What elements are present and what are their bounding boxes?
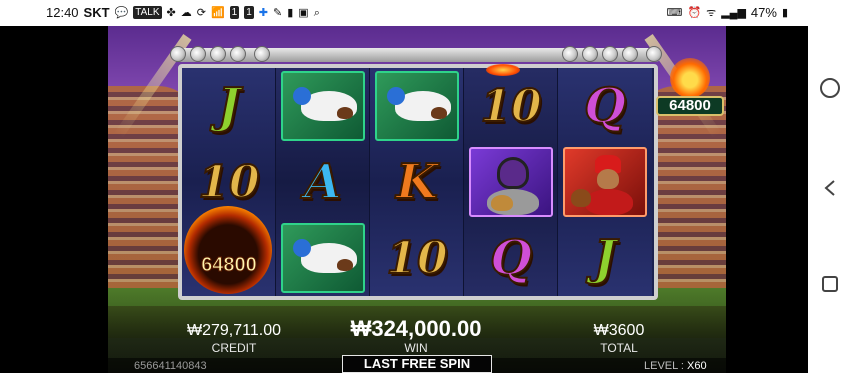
fireball-icon xyxy=(184,206,272,294)
symbol-cell: J xyxy=(182,68,276,144)
keyboard-icon: ⌨ xyxy=(666,6,683,19)
slot-game[interactable]: J 10 A K 10 10 Q Q J 64800 64800 ₩279,71… xyxy=(108,26,726,373)
navigation-bar xyxy=(808,26,850,373)
symbol-cell: K xyxy=(370,144,464,220)
clock: 12:40 xyxy=(46,5,79,20)
home-button[interactable] xyxy=(820,78,840,98)
carrier: SKT xyxy=(83,5,110,20)
frame-bulb xyxy=(602,46,618,62)
symbol-cell: A xyxy=(276,144,370,220)
symbol-10: 10 xyxy=(197,156,260,209)
symbol-cell xyxy=(276,68,370,144)
bluetooth-icon: ✚ xyxy=(258,6,269,19)
symbol-cell: J xyxy=(558,220,652,296)
total-bet-label: TOTAL xyxy=(600,341,638,355)
sim1-icon: 1 xyxy=(229,6,240,19)
frame-bulb xyxy=(582,46,598,62)
wifi-calling-icon: 📶 xyxy=(210,6,225,19)
frame-bulb xyxy=(190,46,206,62)
game-id: 656641140843 xyxy=(134,360,207,372)
symbol-cell xyxy=(370,68,464,144)
sim2-icon: 1 xyxy=(244,6,254,19)
frame-bulb xyxy=(562,46,578,62)
symbol-cell: 10 xyxy=(464,68,558,144)
symbol-10: 10 xyxy=(385,232,448,285)
symbol-j: J xyxy=(217,77,242,135)
sync-icon: ⟳ xyxy=(196,6,206,19)
screenshot-icon: ⌕ xyxy=(313,6,320,19)
frame-bulb xyxy=(170,46,186,62)
reel-2: A xyxy=(276,68,370,296)
left-letterbox xyxy=(0,26,108,373)
recent-apps-button[interactable] xyxy=(822,276,838,292)
battery-percent: 47% xyxy=(750,5,777,20)
sliding-player-symbol xyxy=(281,71,365,141)
level-indicator: LEVEL : X60 xyxy=(644,360,707,372)
status-bar-left: 12:40 SKT 💬 TALK ✤ ☁ ⟳ 📶 1 1 ✚ ✎ ▮ ▣ ⌕ xyxy=(46,5,320,20)
fireball-value: 64800 xyxy=(201,254,258,277)
fireball-trail-icon xyxy=(486,64,520,76)
frame-bulb xyxy=(210,46,226,62)
fire-orb-icon xyxy=(670,58,710,98)
frame-bulb xyxy=(230,46,246,62)
frame-bulb xyxy=(254,46,270,62)
signal-icon: ▂▄▆ xyxy=(721,6,746,19)
pitcher-symbol xyxy=(563,147,647,217)
chat-icon: 💬 xyxy=(114,6,129,19)
symbol-j: J xyxy=(593,229,618,287)
battery-icon: ▮ xyxy=(781,6,788,19)
sliding-player-symbol xyxy=(375,71,459,141)
lte-signal-icon: ᯤ xyxy=(706,6,717,19)
alarm-icon: ⏰ xyxy=(687,6,702,19)
symbol-cell: Q xyxy=(558,68,652,144)
symbol-10: 10 xyxy=(479,80,542,133)
talk-icon: TALK xyxy=(133,6,162,19)
win-value: ₩324,000.00 xyxy=(350,316,482,341)
symbol-cell xyxy=(276,220,370,296)
symbol-cell: 10 xyxy=(370,220,464,296)
catcher-symbol xyxy=(469,147,553,217)
grid-icon: ✤ xyxy=(166,6,176,19)
tools-icon: ✎ xyxy=(273,6,283,19)
symbol-q: Q xyxy=(583,77,627,135)
symbol-q: Q xyxy=(489,229,533,287)
jackpot-value: 64800 xyxy=(656,96,724,116)
credit-value: ₩279,711.00 xyxy=(187,322,281,339)
status-bar: 12:40 SKT 💬 TALK ✤ ☁ ⟳ 📶 1 1 ✚ ✎ ▮ ▣ ⌕ ⌨… xyxy=(0,0,850,26)
back-button[interactable] xyxy=(820,178,840,198)
symbol-a: A xyxy=(303,153,342,211)
frame-bulb xyxy=(646,46,662,62)
calendar-icon: ▣ xyxy=(298,6,309,19)
free-spin-banner[interactable]: LAST FREE SPIN xyxy=(342,355,492,373)
status-bar-right: ⌨ ⏰ ᯤ ▂▄▆ 47% ▮ xyxy=(667,5,788,20)
reel-3: K 10 xyxy=(370,68,464,296)
level-value: X60 xyxy=(687,360,707,372)
symbol-cell xyxy=(464,144,558,220)
symbol-cell xyxy=(558,144,652,220)
level-label: LEVEL : xyxy=(644,360,684,372)
total-bet-value: ₩3600 xyxy=(593,322,645,339)
frame-bulb xyxy=(622,46,638,62)
reel-4: 10 Q xyxy=(464,68,558,296)
battery-saver-icon: ▮ xyxy=(287,6,294,19)
sliding-player-symbol xyxy=(281,223,365,293)
right-letterbox xyxy=(726,26,808,373)
credit-label: CREDIT xyxy=(211,341,257,355)
win-label: WIN xyxy=(404,341,428,355)
reel-5: Q J xyxy=(558,68,652,296)
symbol-cell: Q xyxy=(464,220,558,296)
symbol-k: K xyxy=(395,153,439,211)
cloud-icon: ☁ xyxy=(180,6,192,19)
